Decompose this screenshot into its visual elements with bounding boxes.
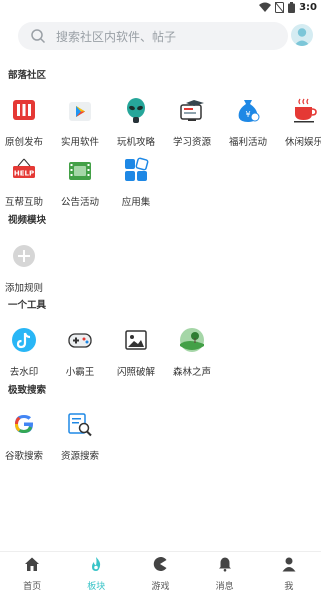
status-bar: 3:0 <box>0 0 321 14</box>
bottom-tab-bar: 首页 板块 游戏 消息 我 <box>0 551 321 596</box>
tab-games[interactable]: 游戏 <box>130 556 190 592</box>
tab-sections[interactable]: 板块 <box>66 556 126 592</box>
avatar[interactable] <box>291 24 313 46</box>
item-mutual-help[interactable]: HELP 互帮互助 <box>0 156 52 208</box>
top-bar: 搜索社区内软件、帖子 <box>0 20 321 54</box>
item-watermark-remover[interactable]: 去水印 <box>0 326 52 378</box>
no-sim-icon <box>275 1 285 13</box>
coffee-cup-icon <box>294 98 317 123</box>
item-useful-software[interactable]: 实用软件 <box>52 96 108 148</box>
item-resource-search[interactable]: 资源搜索 <box>52 410 108 462</box>
item-add-rule[interactable]: 添加规则 <box>0 242 52 294</box>
section-title-tools: 一个工具 <box>8 300 47 311</box>
item-google-search[interactable]: 谷歌搜索 <box>0 410 52 462</box>
home-icon <box>25 557 40 571</box>
graduation-monitor-icon <box>180 100 204 121</box>
money-bag-icon: ¥ <box>238 100 260 122</box>
search-placeholder: 搜索社区内软件、帖子 <box>56 29 177 44</box>
wifi-icon <box>259 2 272 12</box>
app-grid-icon <box>125 157 149 181</box>
bell-icon <box>218 557 231 572</box>
section-title-video: 视频模块 <box>8 215 47 226</box>
search-bar[interactable]: 搜索社区内软件、帖子 <box>18 22 288 50</box>
battery-icon <box>288 1 296 13</box>
tiktok-icon <box>12 328 36 352</box>
alien-icon <box>127 98 145 123</box>
user-avatar-icon <box>294 28 310 46</box>
section-title-search: 极致搜索 <box>8 385 47 396</box>
section-title-tribe: 部落社区 <box>8 70 47 81</box>
search-icon <box>31 29 46 44</box>
help-sign-icon: HELP <box>13 158 35 178</box>
flame-icon <box>92 557 101 571</box>
add-circle-icon <box>13 245 35 267</box>
film-strip-icon <box>69 162 91 180</box>
tab-me[interactable]: 我 <box>259 556 319 592</box>
status-time: 3:0 <box>299 1 317 13</box>
item-announcement[interactable]: 公告活动 <box>52 156 108 208</box>
item-little-overlord[interactable]: 小霸王 <box>52 326 108 378</box>
item-original-post[interactable]: 原创发布 <box>0 96 52 148</box>
item-learning-resources[interactable]: 学习资源 <box>164 96 220 148</box>
item-forest-sound[interactable]: 森林之声 <box>164 326 220 378</box>
google-icon <box>15 415 33 433</box>
gamepad-icon <box>68 333 92 348</box>
svg-text:HELP: HELP <box>14 170 34 178</box>
person-icon <box>282 557 296 572</box>
original-post-icon <box>13 100 35 120</box>
forest-icon <box>180 328 204 352</box>
search-document-icon <box>68 413 92 437</box>
item-flash-photo-crack[interactable]: 闪照破解 <box>108 326 164 378</box>
item-leisure-entertainment[interactable]: 休闲娱乐 <box>276 96 321 148</box>
play-store-icon <box>69 102 91 121</box>
image-icon <box>125 330 147 350</box>
tab-home[interactable]: 首页 <box>2 556 62 592</box>
item-play-guide[interactable]: 玩机攻略 <box>108 96 164 148</box>
item-app-collection[interactable]: 应用集 <box>108 156 164 208</box>
pacman-icon <box>154 557 167 571</box>
tab-messages[interactable]: 消息 <box>195 556 255 592</box>
item-welfare-activities[interactable]: ¥ 福利活动 <box>220 96 276 148</box>
svg-text:¥: ¥ <box>245 110 250 119</box>
